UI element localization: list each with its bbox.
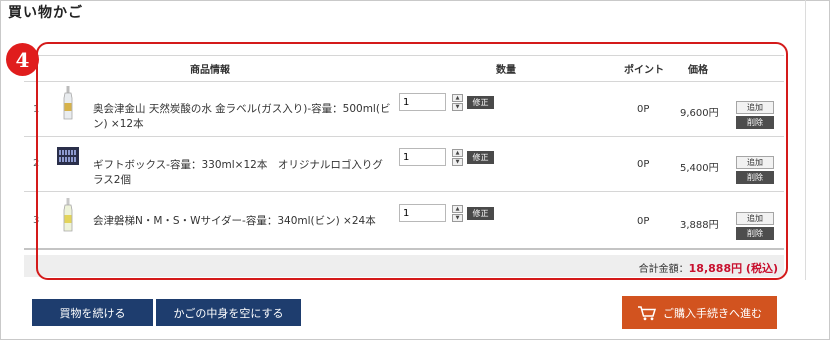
empty-cart-button[interactable]: かごの中身を空にする bbox=[156, 299, 301, 326]
page-title: 買い物かご bbox=[8, 5, 83, 21]
highlight-callout bbox=[36, 42, 788, 280]
checkout-label: ご購入手続きへ進む bbox=[663, 306, 762, 320]
cart-icon bbox=[638, 305, 657, 320]
continue-shopping-button[interactable]: 買物を続ける bbox=[32, 299, 153, 326]
checkout-button[interactable]: ご購入手続きへ進む bbox=[622, 296, 777, 329]
divider bbox=[805, 0, 806, 280]
step-number-badge: 4 bbox=[6, 43, 39, 76]
